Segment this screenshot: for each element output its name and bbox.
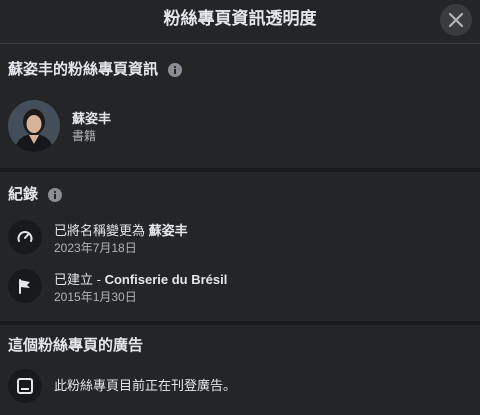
flag-icon bbox=[8, 269, 42, 303]
ad-display-icon bbox=[8, 369, 42, 403]
dialog-header: 粉絲專頁資訊透明度 bbox=[0, 0, 480, 44]
close-icon bbox=[449, 13, 463, 27]
close-button[interactable] bbox=[440, 4, 472, 36]
info-icon[interactable] bbox=[48, 188, 63, 202]
history-item-title: 已將名稱變更為 蘇姿丰 bbox=[54, 223, 188, 238]
history-item-date: 2023年7月18日 bbox=[54, 241, 137, 255]
history-heading: 紀錄 bbox=[8, 186, 39, 203]
page-info-heading: 蘇姿丰的粉絲專頁資訊 bbox=[8, 61, 159, 78]
page-name[interactable]: 蘇姿丰 bbox=[72, 111, 111, 127]
history-section: 紀錄 已將名稱變更為 蘇姿丰 2023年7月18日 已建立 - Confiser… bbox=[0, 172, 480, 321]
ads-section: 這個粉絲專頁的廣告 此粉絲專頁目前正在刊登廣告。 bbox=[0, 325, 480, 415]
page-info-section: 蘇姿丰的粉絲專頁資訊 蘇姿丰 書籍 bbox=[0, 45, 480, 169]
dialog-title: 粉絲專頁資訊透明度 bbox=[163, 9, 317, 28]
info-icon[interactable] bbox=[168, 63, 183, 77]
page-category: 書籍 bbox=[72, 129, 97, 143]
page-avatar[interactable] bbox=[8, 100, 60, 152]
page-transparency-dialog: 粉絲專頁資訊透明度 蘇姿丰的粉絲專頁資訊 蘇姿丰 書籍 紀錄 已將名稱變更為 蘇… bbox=[0, 0, 480, 415]
ads-status: 此粉絲專頁目前正在刊登廣告。 bbox=[54, 378, 237, 393]
history-item-title: 已建立 - Confiserie du Brésil bbox=[54, 272, 228, 287]
history-item-date: 2015年1月30日 bbox=[54, 290, 137, 304]
ads-heading: 這個粉絲專頁的廣告 bbox=[8, 337, 144, 354]
gauge-icon bbox=[8, 220, 42, 254]
